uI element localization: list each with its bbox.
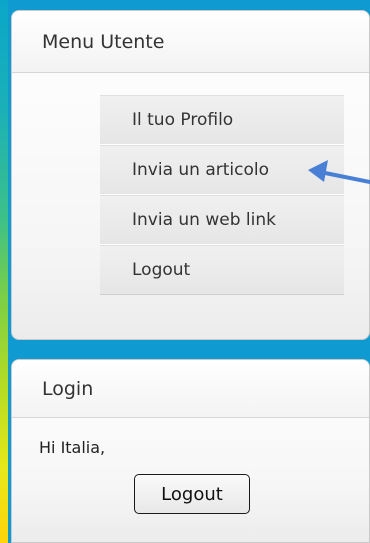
menu-item-logout[interactable]: Logout bbox=[100, 245, 344, 295]
user-menu-title: Menu Utente bbox=[12, 11, 369, 73]
menu-item-submit-web-link[interactable]: Invia un web link bbox=[100, 195, 344, 245]
user-menu-list: Il tuo Profilo Invia un articolo Invia u… bbox=[100, 95, 344, 295]
menu-item-profile[interactable]: Il tuo Profilo bbox=[100, 95, 344, 145]
login-panel: Login Hi Italia, Logout bbox=[11, 359, 370, 543]
logout-button[interactable]: Logout bbox=[134, 474, 250, 514]
greeting-text: Hi Italia, bbox=[39, 438, 106, 457]
background-edge-strip bbox=[0, 0, 8, 543]
arrow-left-icon bbox=[308, 160, 370, 184]
login-title: Login bbox=[12, 360, 369, 418]
